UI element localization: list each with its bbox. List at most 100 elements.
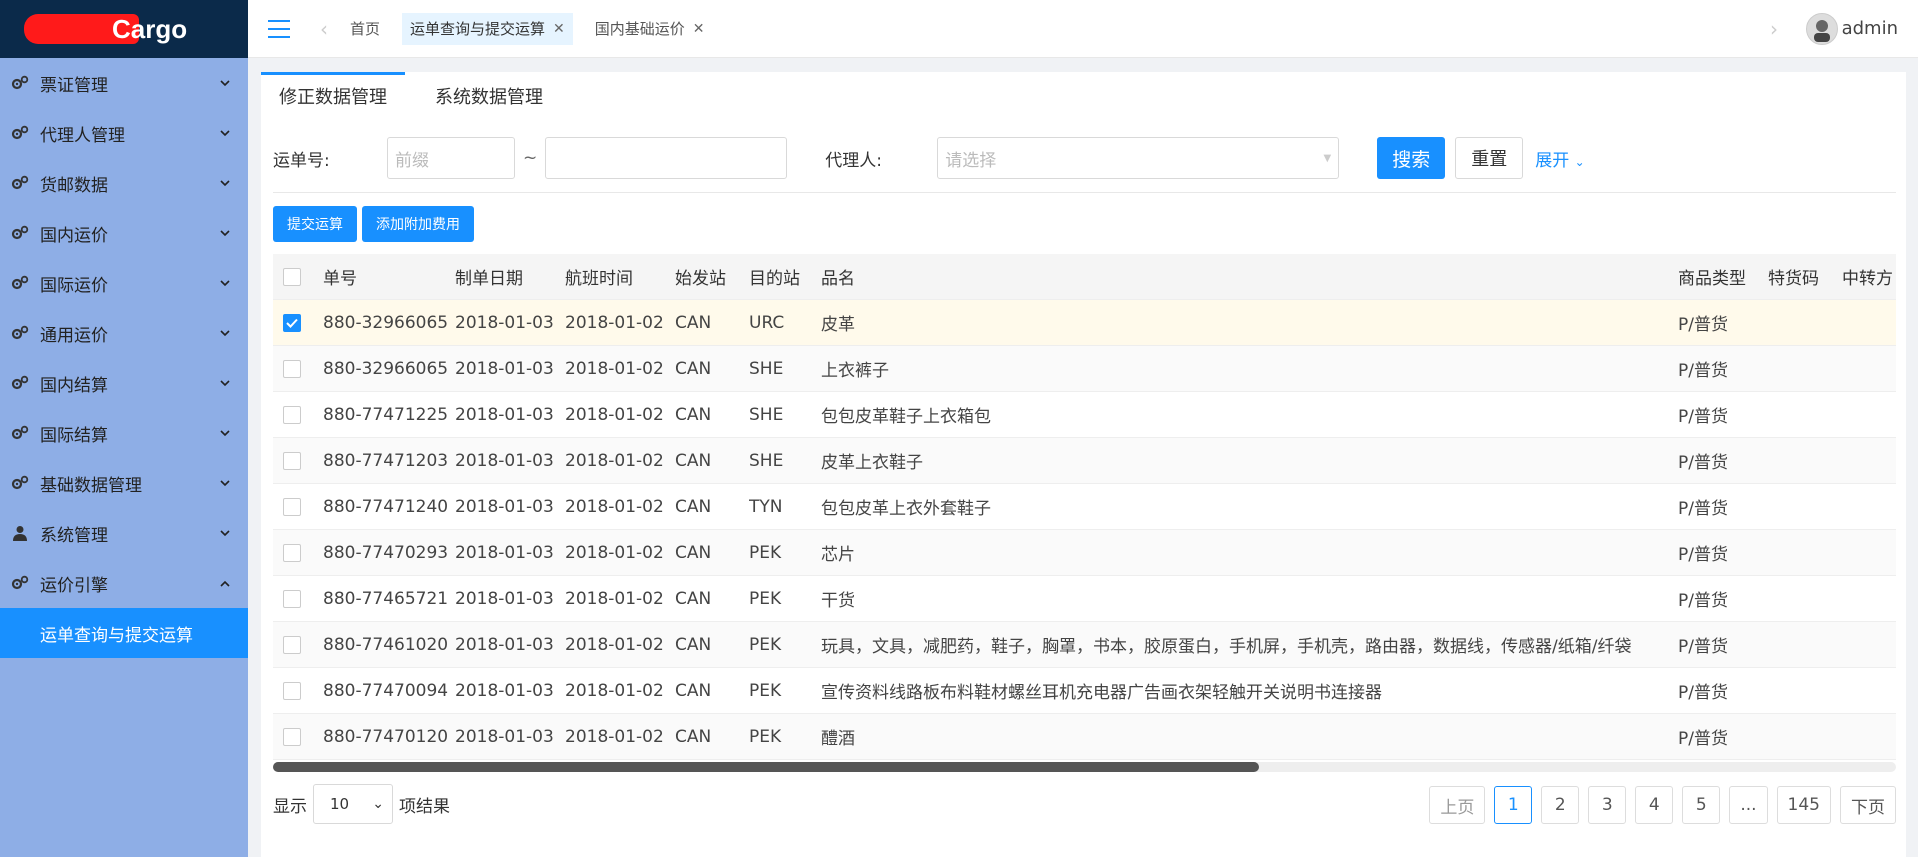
cell-origin: CAN <box>675 588 712 609</box>
table-row[interactable]: 880-77470120 2018-01-03 2018-01-02 CAN PEK 醴酒… <box>273 714 1896 760</box>
header-transit[interactable]: 中转方 <box>1842 264 1896 289</box>
page-button[interactable]: 145 <box>1776 786 1831 824</box>
row-checkbox[interactable] <box>283 497 301 516</box>
row-checkbox[interactable] <box>283 681 301 700</box>
cell-no: 880-77471240 <box>323 496 449 517</box>
sidebar-item[interactable]: 国内结算 <box>0 358 248 408</box>
table-row[interactable]: 880-77470293 2018-01-03 2018-01-02 CAN PEK 芯片… <box>273 530 1896 576</box>
sidebar-item[interactable]: 基础数据管理 <box>0 458 248 508</box>
page-size-select[interactable]: 10 ⌄ <box>313 784 393 824</box>
agent-select[interactable]: 请选择 ▼ <box>937 137 1340 179</box>
row-checkbox[interactable] <box>283 635 301 654</box>
row-checkbox[interactable] <box>283 589 301 608</box>
hamburger-menu-icon[interactable] <box>268 19 290 38</box>
cell-goods-type: P/普货 <box>1678 591 1728 611</box>
cell-goods-type: P/普货 <box>1678 545 1728 565</box>
sidebar-item[interactable]: 货邮数据 <box>0 158 248 208</box>
sidebar-item[interactable]: 票证管理 <box>0 58 248 108</box>
header-flight[interactable]: 航班时间 <box>565 264 675 289</box>
row-checkbox[interactable] <box>283 313 301 332</box>
cell-goods-type: P/普货 <box>1678 407 1728 427</box>
header-goods-name[interactable]: 品名 <box>821 264 1678 289</box>
sidebar-item[interactable]: 国际运价 <box>0 258 248 308</box>
row-checkbox[interactable] <box>283 543 301 562</box>
close-icon[interactable]: ✕ <box>553 21 565 37</box>
search-form: 运单号: 前缀 ~ 代理人: 请选择 ▼ 搜索 重置 展开 ⌄ <box>261 136 1906 180</box>
table-row[interactable]: 880-32966065 2018-01-03 2018-01-02 CAN URC 皮革… <box>273 300 1896 346</box>
sidebar-item[interactable]: 运价引擎 <box>0 558 248 608</box>
page-ellipsis: ... <box>1729 786 1768 824</box>
avatar[interactable] <box>1806 12 1838 45</box>
expand-link-label: 展开 <box>1535 150 1570 171</box>
cell-origin: CAN <box>675 404 712 425</box>
submenu-item-waybill-query[interactable]: 运单查询与提交运算 <box>0 608 248 658</box>
table-row[interactable]: 880-77470094 2018-01-03 2018-01-02 CAN PEK 宣传… <box>273 668 1896 714</box>
horizontal-scrollbar[interactable] <box>273 762 1896 772</box>
cell-destination: TYN <box>749 496 783 517</box>
user-name[interactable]: admin <box>1842 18 1898 39</box>
table-row[interactable]: 880-77461020 2018-01-03 2018-01-02 CAN PEK 玩具… <box>273 622 1896 668</box>
header-no[interactable]: 单号 <box>323 264 455 289</box>
tab-waybill-query[interactable]: 运单查询与提交运算 ✕ <box>402 12 573 45</box>
tab-system-data[interactable]: 系统数据管理 <box>417 72 561 120</box>
cell-destination: PEK <box>749 588 782 609</box>
tab-domestic-base-rate[interactable]: 国内基础运价 ✕ <box>587 13 713 45</box>
cell-flight: 2018-01-02 <box>565 588 664 609</box>
table-row[interactable]: 880-77471240 2018-01-03 2018-01-02 CAN TYN 包包… <box>273 484 1896 530</box>
cell-date: 2018-01-03 <box>455 358 554 379</box>
close-icon[interactable]: ✕ <box>693 21 705 37</box>
tab-home[interactable]: 首页 <box>342 13 388 45</box>
table-row[interactable]: 880-77471203 2018-01-03 2018-01-02 CAN SHE 皮革… <box>273 438 1896 484</box>
waybill-number-input[interactable] <box>545 137 788 179</box>
header-special-code[interactable]: 特货码 <box>1768 264 1842 289</box>
sidebar-menu: 票证管理 代理人管理 货邮数据 国内运价 国际运价 通用运价 国内结算国际结算基础数据管理系… <box>0 58 248 608</box>
page-button[interactable]: 1 <box>1494 786 1533 824</box>
cell-date: 2018-01-03 <box>455 634 554 655</box>
prev-page-button[interactable]: 上页 <box>1429 786 1486 824</box>
expand-link[interactable]: 展开 ⌄ <box>1535 146 1584 171</box>
sidebar-item-label: 国际结算 <box>40 425 108 446</box>
chevron-down-icon <box>218 76 232 90</box>
row-checkbox[interactable] <box>283 405 301 424</box>
header-origin[interactable]: 始发站 <box>675 264 749 289</box>
table-row[interactable]: 880-77465721 2018-01-03 2018-01-02 CAN PEK 干货… <box>273 576 1896 622</box>
add-extra-fee-button[interactable]: 添加附加费用 <box>362 206 474 242</box>
cell-no: 880-77461020 <box>323 634 449 655</box>
tab-label: 国内基础运价 <box>594 20 685 38</box>
tab-corrected-data[interactable]: 修正数据管理 <box>261 72 405 120</box>
header-date[interactable]: 制单日期 <box>455 264 565 289</box>
row-checkbox[interactable] <box>283 451 301 470</box>
sidebar-item[interactable]: 通用运价 <box>0 308 248 358</box>
row-checkbox[interactable] <box>283 359 301 378</box>
cell-origin: CAN <box>675 450 712 471</box>
sidebar-item[interactable]: 代理人管理 <box>0 108 248 158</box>
sidebar-item[interactable]: 国内运价 <box>0 208 248 258</box>
tabs-prev-icon[interactable]: ‹ <box>320 17 328 41</box>
select-all-checkbox[interactable] <box>283 267 301 286</box>
reset-button[interactable]: 重置 <box>1455 137 1524 179</box>
waybill-prefix-input[interactable]: 前缀 <box>387 137 515 179</box>
cell-destination: SHE <box>749 404 784 425</box>
next-page-button[interactable]: 下页 <box>1840 786 1896 824</box>
page-button[interactable]: 5 <box>1682 786 1721 824</box>
cell-goods-name: 包包皮革上衣外套鞋子 <box>821 499 991 519</box>
search-button[interactable]: 搜索 <box>1377 137 1446 179</box>
sidebar-item[interactable]: 国际结算 <box>0 408 248 458</box>
table-row[interactable]: 880-77471225 2018-01-03 2018-01-02 CAN SHE 包包… <box>273 392 1896 438</box>
header-goods-type[interactable]: 商品类型 <box>1678 264 1768 289</box>
table-row[interactable]: 880-32966065 2018-01-03 2018-01-02 CAN SHE 上衣… <box>273 346 1896 392</box>
scrollbar-thumb[interactable] <box>273 762 1259 772</box>
cell-origin: CAN <box>675 634 712 655</box>
submit-calc-button[interactable]: 提交运算 <box>273 206 357 242</box>
header-destination[interactable]: 目的站 <box>749 264 821 289</box>
chevron-down-icon <box>218 476 232 490</box>
cell-goods-name: 上衣裤子 <box>821 361 889 381</box>
row-checkbox[interactable] <box>283 727 301 746</box>
page-button[interactable]: 3 <box>1588 786 1627 824</box>
page-button[interactable]: 4 <box>1635 786 1674 824</box>
cell-flight: 2018-01-02 <box>565 404 664 425</box>
tabs-next-icon[interactable]: › <box>1770 17 1778 41</box>
cell-destination: PEK <box>749 726 782 747</box>
sidebar-item[interactable]: 系统管理 <box>0 508 248 558</box>
page-button[interactable]: 2 <box>1541 786 1580 824</box>
